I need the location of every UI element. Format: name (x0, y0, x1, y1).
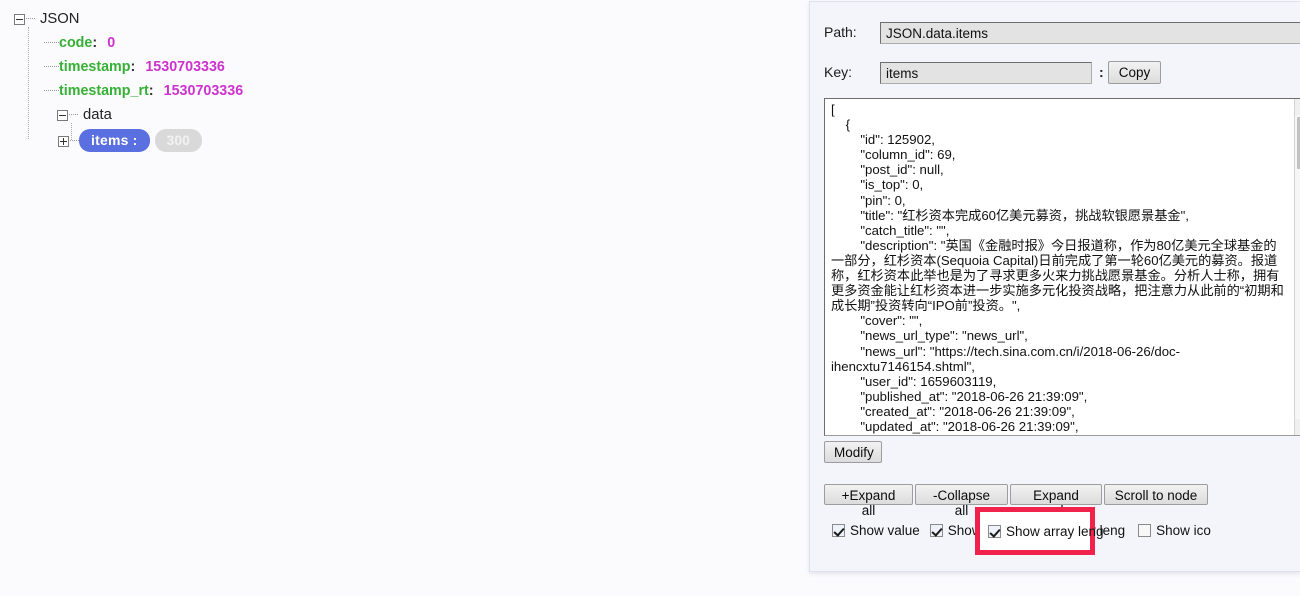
checkbox-show-icon[interactable]: Show ico (1138, 523, 1211, 538)
tree-node-timestamp-rt[interactable]: timestamp_rt: 1530703336 (44, 83, 243, 99)
tree-node-items[interactable]: items :300 (58, 129, 202, 152)
tree-node-timestamp-key: timestamp (59, 59, 131, 75)
path-label: Path: (824, 24, 857, 40)
key-input[interactable] (880, 62, 1092, 84)
tree-node-root[interactable]: JSON (14, 11, 79, 27)
highlight-annotation-content: Show array leng (980, 512, 1104, 550)
checkbox-icon[interactable] (1138, 524, 1152, 537)
tree-node-timestamp-rt-key: timestamp_rt (59, 83, 149, 99)
tree-lead-line (70, 140, 79, 142)
copy-button[interactable]: Copy (1108, 61, 1161, 84)
path-input[interactable] (880, 22, 1300, 44)
tree-lead-line (26, 18, 35, 20)
collapse-toggle-icon[interactable] (14, 13, 25, 25)
checkbox-icon[interactable] (929, 524, 943, 537)
tree-node-timestamp-colon: : (130, 59, 136, 75)
tree-branch-line (44, 42, 59, 44)
collapse-all-button[interactable]: -Collapse all (915, 484, 1008, 518)
checkbox-icon[interactable] (832, 524, 845, 537)
checkbox-icon[interactable] (988, 524, 1001, 538)
tree-node-code-value: 0 (107, 35, 116, 51)
checkbox-show-value-label: Show value (850, 523, 920, 538)
expand-node-button[interactable]: Expand node (1010, 484, 1102, 518)
scroll-to-node-button[interactable]: Scroll to node (1104, 484, 1208, 505)
json-textarea-content: [ { "id": 125902, "column_id": 69, "post… (831, 102, 1284, 434)
tree-node-data[interactable]: data (57, 107, 112, 123)
tree-node-items-length-badge: 300 (154, 129, 202, 152)
tree-node-timestamp-rt-value: 1530703336 (163, 83, 244, 99)
tree-node-code-colon: : (92, 35, 98, 51)
tree-node-code-key: code (59, 35, 93, 51)
scroll-down-arrow-icon[interactable]: ▼ (1295, 419, 1300, 435)
highlight-annotation-box: Show array leng (975, 507, 1104, 555)
path-row: Path: (824, 24, 857, 40)
checkbox-show-icon-label: Show ico (1156, 523, 1211, 538)
key-colon: : (1099, 64, 1104, 80)
tree-branch-line (44, 66, 59, 68)
highlighted-checkbox-label: Show array leng (1006, 523, 1104, 539)
tree-node-root-label: JSON (40, 11, 80, 27)
highlighted-checkbox-show-array-length[interactable]: Show array leng (988, 524, 1104, 539)
tree-node-timestamp[interactable]: timestamp: 1530703336 (44, 59, 225, 75)
checkbox-show-value[interactable]: Show value (832, 523, 920, 538)
collapse-toggle-icon[interactable] (57, 109, 68, 121)
screen-root: JSON code: 0 timestamp: 1530703336 timesta… (0, 0, 1300, 596)
scroll-up-arrow-icon[interactable]: ▲ (1295, 99, 1300, 115)
modify-button[interactable]: Modify (824, 441, 882, 463)
key-label: Key: (824, 64, 853, 80)
tree-branch-line (44, 90, 59, 92)
tree-node-code[interactable]: code: 0 (44, 35, 115, 51)
textarea-scrollbar[interactable]: ▲ ▼ (1294, 99, 1300, 435)
tree-node-data-label: data (83, 107, 112, 123)
key-row: Key: (824, 64, 852, 80)
tree-guide-line-root (28, 27, 29, 139)
expand-all-button[interactable]: +Expand all (824, 484, 913, 518)
json-textarea[interactable]: [ { "id": 125902, "column_id": 69, "post… (824, 98, 1300, 436)
tree-node-items-label[interactable]: items : (79, 129, 150, 152)
tree-lead-line (69, 114, 78, 116)
tree-node-timestamp-rt-colon: : (148, 83, 154, 99)
expand-toggle-icon[interactable] (58, 135, 69, 147)
inspector-panel: Path: Key: : Copy [ { "id": 125902, "col… (809, 1, 1300, 572)
json-tree-panel: JSON code: 0 timestamp: 1530703336 timesta… (0, 0, 805, 596)
tree-node-timestamp-value: 1530703336 (145, 59, 225, 75)
